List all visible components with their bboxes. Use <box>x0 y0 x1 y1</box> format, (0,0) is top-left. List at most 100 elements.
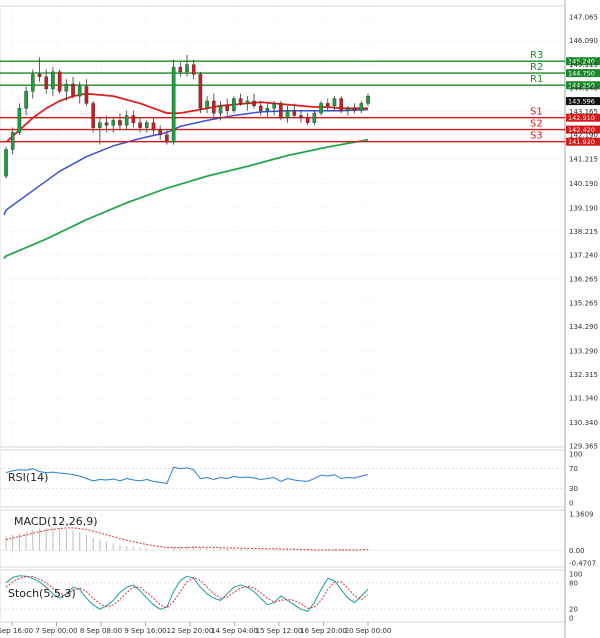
panel-frame <box>0 5 566 448</box>
candle-body <box>212 100 216 114</box>
panel-tick-label: 1.3609 <box>569 511 594 519</box>
y-tick-label: 143.165 <box>569 108 598 116</box>
candle-body <box>205 100 209 109</box>
panel-tick-label: 100 <box>569 451 582 459</box>
candle-body <box>151 122 156 131</box>
price-axis: 147.065 146.090 145.115 144.140 143.165 142.1… <box>569 14 598 451</box>
rsi-title: RSI(14) <box>8 471 48 484</box>
candle-body <box>198 74 203 109</box>
candle-body <box>238 98 243 104</box>
candle-body <box>178 66 183 73</box>
candle-body <box>10 132 15 150</box>
panel-tick-label: 0.00 <box>569 547 585 555</box>
level-label-s2: S2 <box>530 119 543 130</box>
panel-tick-label: 80 <box>569 579 578 587</box>
last-price-tag: 143.596 <box>568 97 595 105</box>
candle-body <box>232 98 236 111</box>
candle-body <box>4 149 8 177</box>
level-label-s3: S3 <box>530 131 543 142</box>
candle-body <box>312 112 317 123</box>
candle-body <box>252 100 256 107</box>
candle-body <box>98 122 102 128</box>
x-tick-label: 9 Sep 16:00 <box>124 627 166 635</box>
y-tick-label: 142.190 <box>569 132 598 140</box>
candle-body <box>225 105 230 111</box>
x-tick-label: 7 Sep 00:00 <box>35 627 77 635</box>
panel-tick-label: 70 <box>569 465 578 473</box>
y-tick-label: 135.265 <box>569 300 598 308</box>
candle-body <box>279 103 283 119</box>
time-axis: 6 Sep 16:007 Sep 00:008 Sep 08:009 Sep 1… <box>0 622 391 635</box>
panel-tick-label: 100 <box>569 571 582 579</box>
panel-tick-label: -0.4707 <box>569 560 596 568</box>
y-tick-label: 136.265 <box>569 275 598 283</box>
candle-body <box>339 98 343 111</box>
candle-body <box>104 122 109 126</box>
candle-body <box>31 74 35 92</box>
level-label-s1: S1 <box>530 107 543 118</box>
y-tick-label: 140.190 <box>569 180 598 188</box>
candle-body <box>84 86 89 104</box>
y-tick-label: 137.240 <box>569 252 598 260</box>
candle-body <box>131 115 136 123</box>
y-tick-label: 141.215 <box>569 155 598 163</box>
panel-frame <box>0 449 566 508</box>
y-tick-label: 133.290 <box>569 347 598 355</box>
y-tick-label: 147.065 <box>569 14 598 22</box>
candle-body <box>171 66 176 143</box>
macd-title: MACD(12,26,9) <box>14 515 98 528</box>
candle-body <box>64 83 69 92</box>
panel-tick-label: 0 <box>569 500 573 508</box>
level-label-r2: R2 <box>530 62 543 73</box>
chart: R3145.240R2144.750R1144.250S1142.910S214… <box>0 0 600 638</box>
y-tick-label: 144.140 <box>569 84 598 92</box>
candle-body <box>71 83 75 97</box>
candle-body <box>185 64 189 73</box>
y-tick-label: 145.115 <box>569 61 598 69</box>
y-tick-label: 131.340 <box>569 395 598 403</box>
candle-body <box>285 110 290 119</box>
x-tick-label: 6 Sep 16:00 <box>0 627 33 635</box>
y-tick-label: 139.190 <box>569 204 598 212</box>
candle-body <box>305 117 310 123</box>
candle-body <box>299 115 303 119</box>
candle-body <box>272 103 276 109</box>
panel-tick-label: 20 <box>569 606 578 614</box>
price-tag-r2: 144.750 <box>568 69 595 77</box>
candle-body <box>245 100 250 104</box>
y-tick-label: 130.340 <box>569 419 598 427</box>
candle-body <box>124 115 129 126</box>
candle-body <box>17 108 22 133</box>
candle-body <box>258 105 263 111</box>
candle-body <box>37 74 42 77</box>
candle-body <box>292 110 297 116</box>
candle-body <box>77 86 82 97</box>
candle-body <box>44 76 49 90</box>
candle-body <box>352 108 357 111</box>
x-tick-label: 8 Sep 08:00 <box>80 627 122 635</box>
candle-body <box>57 71 62 92</box>
candle-body <box>91 103 95 128</box>
candle-body <box>325 103 330 107</box>
candle-body <box>111 120 116 126</box>
y-tick-label: 146.090 <box>569 37 598 45</box>
candle-body <box>144 122 149 128</box>
panel-tick-label: 0 <box>569 615 573 623</box>
candle-body <box>51 71 55 90</box>
y-tick-label: 138.215 <box>569 228 598 236</box>
candle-body <box>332 98 337 107</box>
candle-body <box>366 95 370 104</box>
candle-body <box>218 105 223 114</box>
candle-body <box>138 122 142 128</box>
x-tick-label: 15 Sep 12:00 <box>256 627 303 635</box>
y-tick-label: 132.315 <box>569 371 598 379</box>
candle-body <box>359 103 364 111</box>
x-tick-label: 14 Sep 04:00 <box>211 627 258 635</box>
candle-body <box>346 108 350 111</box>
candle-body <box>158 129 162 136</box>
candle-body <box>191 64 196 75</box>
x-tick-label: 12 Sep 20:00 <box>167 627 214 635</box>
candle-body <box>24 91 28 109</box>
panel-tick-label: 30 <box>569 485 578 493</box>
y-tick-label: 129.365 <box>569 443 598 451</box>
